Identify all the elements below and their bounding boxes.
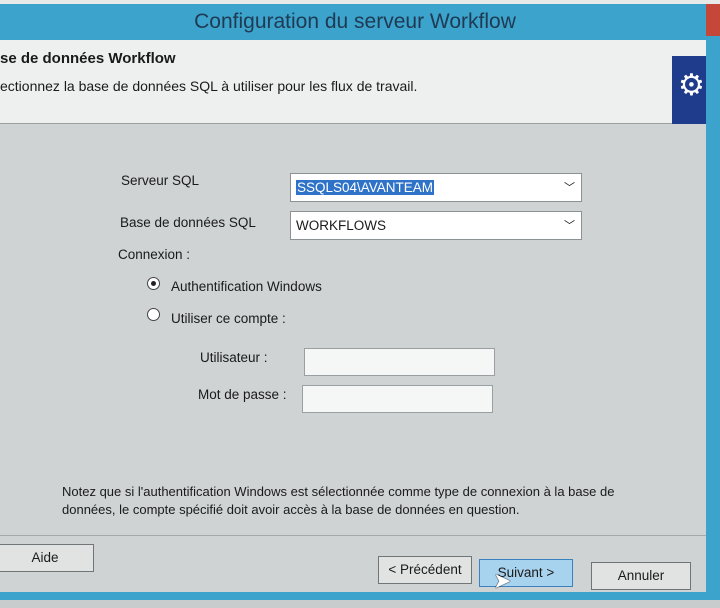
title-bar: Configuration du serveur Workflow — [0, 4, 720, 40]
window-border — [706, 40, 720, 592]
connection-label: Connexion : — [118, 247, 191, 262]
page-title: se de données Workflow — [0, 50, 176, 67]
cancel-button[interactable]: Annuler — [591, 562, 691, 590]
sql-server-value: SSQLS04\AVANTEAM — [296, 180, 435, 195]
chevron-down-icon[interactable]: ﹀ — [564, 217, 575, 233]
previous-button[interactable]: < Précédent — [378, 556, 472, 584]
use-account-label[interactable]: Utiliser ce compte : — [171, 311, 286, 326]
window-title: Configuration du serveur Workflow — [194, 10, 516, 33]
database-value: WORKFLOWS — [296, 218, 386, 233]
use-account-radio[interactable] — [147, 308, 160, 321]
windows-auth-label[interactable]: Authentification Windows — [171, 279, 322, 294]
divider — [0, 535, 706, 536]
wizard-header: se de données Workflow ectionnez la base… — [0, 40, 712, 124]
password-input[interactable] — [302, 385, 493, 413]
wizard-body: Serveur SQL SSQLS04\AVANTEAM ﹀ Base de d… — [0, 125, 706, 592]
chevron-down-icon[interactable]: ﹀ — [564, 179, 575, 195]
sql-server-combo[interactable]: SSQLS04\AVANTEAM ﹀ — [290, 173, 582, 202]
user-label: Utilisateur : — [200, 350, 268, 365]
close-button[interactable] — [706, 4, 720, 36]
mouse-cursor-icon: ➤ — [493, 568, 512, 593]
password-label: Mot de passe : — [198, 387, 287, 402]
auth-note: Notez que si l'authentification Windows … — [62, 484, 615, 517]
sql-server-label: Serveur SQL — [121, 173, 200, 188]
help-button[interactable]: Aide — [0, 544, 94, 572]
taskbar-edge — [0, 600, 720, 608]
database-combo[interactable]: WORKFLOWS ﹀ — [290, 211, 582, 240]
user-input[interactable] — [304, 348, 495, 376]
windows-auth-radio[interactable] — [147, 277, 160, 290]
database-label: Base de données SQL — [120, 215, 256, 230]
page-subtitle: ectionnez la base de données SQL à utili… — [0, 78, 418, 94]
